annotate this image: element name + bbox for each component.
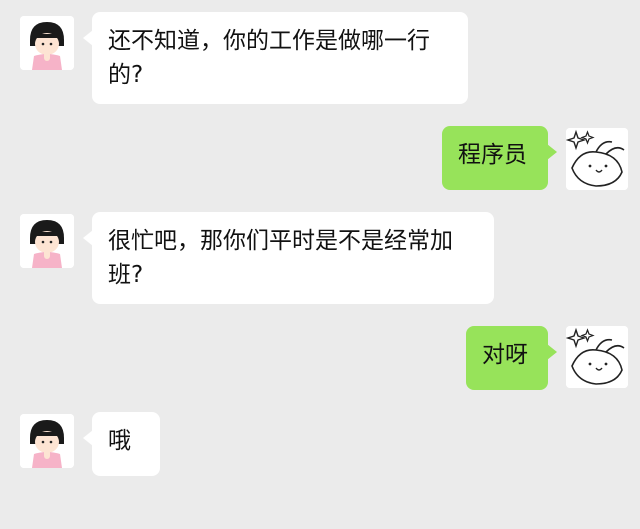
contact-avatar[interactable] [20, 16, 74, 70]
message-text: 还不知道，你的工作是做哪一行的? [108, 28, 430, 88]
my-avatar[interactable] [566, 128, 628, 190]
outgoing-message-bubble[interactable]: 对呀 [466, 326, 557, 390]
contact-avatar[interactable] [20, 414, 74, 468]
incoming-message-bubble[interactable]: 很忙吧，那你们平时是不是经常加班? [83, 212, 494, 304]
my-avatar[interactable] [566, 326, 628, 388]
message-text: 哦 [108, 428, 131, 454]
girl-avatar-icon [20, 214, 74, 268]
incoming-message-bubble[interactable]: 哦 [83, 412, 160, 476]
outgoing-message-bubble[interactable]: 程序员 [442, 126, 557, 190]
bunny-avatar-icon [566, 326, 628, 388]
girl-avatar-icon [20, 414, 74, 468]
message-text: 对呀 [482, 342, 528, 368]
girl-avatar-icon [20, 16, 74, 70]
message-text: 很忙吧，那你们平时是不是经常加班? [108, 228, 453, 288]
incoming-message-bubble[interactable]: 还不知道，你的工作是做哪一行的? [83, 12, 468, 104]
contact-avatar[interactable] [20, 214, 74, 268]
message-text: 程序员 [458, 142, 527, 168]
bunny-avatar-icon [566, 128, 628, 190]
